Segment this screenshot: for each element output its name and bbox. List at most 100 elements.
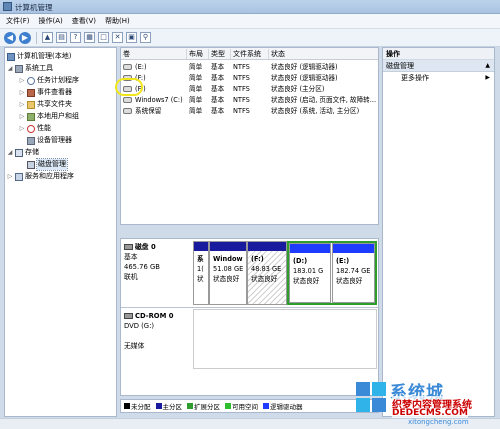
volume-icon <box>123 64 132 70</box>
services-icon <box>15 172 23 181</box>
back-arrow-icon[interactable]: ◀ <box>4 31 16 44</box>
column-header-filesystem[interactable]: 文件系统 <box>231 49 269 59</box>
partition-system-reserved[interactable]: 系 1(状 <box>193 241 209 305</box>
help-icon[interactable]: ? <box>70 32 81 43</box>
primary-partition-bar <box>194 242 208 251</box>
more-actions-item[interactable]: 更多操作 ▶ <box>383 72 494 84</box>
up-folder-icon[interactable]: ▲ <box>42 32 53 43</box>
logical-drive-bar <box>333 244 374 253</box>
tree-item-event-viewer[interactable]: ▷ 事件查看器 <box>19 87 72 98</box>
watermark-en: DEDECMS.COM <box>392 408 468 418</box>
volume-list-header: 卷 布局 类型 文件系统 状态 <box>121 48 378 60</box>
menu-bar: 文件(F) 操作(A) 查看(V) 帮助(H) <box>0 14 500 29</box>
table-row[interactable]: Windows7 (C:) 简单 基本 NTFS 状态良好 (启动, 页面文件,… <box>121 95 378 106</box>
save-disk-icon[interactable]: ▣ <box>126 32 137 43</box>
collapse-caret-icon[interactable]: ▲ <box>485 60 490 72</box>
cdrom0-media-area[interactable] <box>193 309 377 369</box>
column-header-status[interactable]: 状态 <box>269 49 378 59</box>
expand-triangle-icon[interactable]: ▷ <box>19 111 25 122</box>
toolbar: ◀ ▶ ▲ ▤ ? ▦ □ ✕ ▣ ⚲ <box>0 29 500 47</box>
menu-action[interactable]: 操作(A) <box>39 16 63 26</box>
column-header-type[interactable]: 类型 <box>209 49 231 59</box>
table-row[interactable]: (F:) 简单 基本 NTFS 状态良好 (主分区) <box>121 84 378 95</box>
disk0-name: 磁盘 0 <box>135 243 156 251</box>
collapse-triangle-icon[interactable]: ◢ <box>7 63 13 74</box>
menu-file[interactable]: 文件(F) <box>6 16 30 26</box>
submenu-arrow-icon: ▶ <box>485 74 490 81</box>
collapse-triangle-icon[interactable]: ◢ <box>7 147 13 158</box>
hard-disk-icon <box>124 244 133 250</box>
menu-view[interactable]: 查看(V) <box>72 16 96 26</box>
column-header-volume[interactable]: 卷 <box>121 49 187 59</box>
legend-item-free: 可用空间 <box>225 401 258 411</box>
expand-triangle-icon[interactable]: ▷ <box>7 171 13 182</box>
table-row[interactable]: (F:) 简单 基本 NTFS 状态良好 (逻辑驱动器) <box>121 73 378 84</box>
partition-windows[interactable]: Window 51.08 GE 状态良好 <box>209 241 247 305</box>
cdrom0-type: DVD (G:) <box>124 322 155 330</box>
storage-icon <box>15 148 23 157</box>
volume-icon <box>123 108 132 114</box>
tree-item-disk-management[interactable]: 磁盘管理 <box>27 158 68 171</box>
primary-partition-bar <box>248 242 286 251</box>
legend-item-extended: 扩展分区 <box>187 401 220 411</box>
properties-icon[interactable]: ▦ <box>84 32 95 43</box>
tree-item-services[interactable]: ▷ 服务和应用程序 <box>7 171 74 182</box>
search-icon[interactable]: ⚲ <box>140 32 151 43</box>
performance-icon <box>27 124 35 133</box>
cdrom0-info[interactable]: CD-ROM 0 DVD (G:) 无媒体 <box>124 311 191 351</box>
disk0-status: 联机 <box>124 273 138 281</box>
expand-triangle-icon[interactable]: ▷ <box>19 87 25 98</box>
tree-item-local-users[interactable]: ▷ 本地用户和组 <box>19 111 79 122</box>
delete-icon[interactable]: ✕ <box>112 32 123 43</box>
users-icon <box>27 112 35 121</box>
expand-triangle-icon[interactable]: ▷ <box>19 123 25 134</box>
brand-logo-icon <box>356 382 386 412</box>
disk-icon <box>27 160 35 169</box>
computer-icon <box>7 52 15 61</box>
console-tree: 计算机管理(本地) ◢ 系统工具 ▷ 任务计划程序 ▷ 事件查看器 ▷ 共享文件… <box>4 47 117 417</box>
disk0-info[interactable]: 磁盘 0 基本 465.76 GB 联机 <box>124 242 191 282</box>
tools-icon <box>15 64 23 73</box>
disk-separator <box>121 307 378 308</box>
disk0-type: 基本 <box>124 253 138 261</box>
disk0-size: 465.76 GB <box>124 263 160 271</box>
event-log-icon <box>27 88 35 97</box>
computer-management-icon <box>3 2 12 11</box>
tree-item-shared-folders[interactable]: ▷ 共享文件夹 <box>19 99 72 110</box>
clock-icon <box>27 76 35 85</box>
volume-icon <box>123 97 132 103</box>
tree-item-root[interactable]: 计算机管理(本地) <box>7 51 71 62</box>
tree-item-system-tools[interactable]: ◢ 系统工具 <box>7 63 53 74</box>
menu-help[interactable]: 帮助(H) <box>105 16 130 26</box>
tree-item-task-scheduler[interactable]: ▷ 任务计划程序 <box>19 75 79 86</box>
logical-drive-bar <box>290 244 330 253</box>
highlight-circle <box>115 78 143 96</box>
partition-e[interactable]: (E:) 182.74 GE 状态良好 <box>332 243 375 303</box>
disk-map: 磁盘 0 基本 465.76 GB 联机 系 1(状 Window 51.08 GE… <box>120 238 379 396</box>
partition-f[interactable]: (F:) 48.83 GE 状态良好 <box>247 241 287 305</box>
toolbar-separator <box>36 31 37 44</box>
legend: 未分配 主分区 扩展分区 可用空间 逻辑驱动器 <box>120 399 379 413</box>
watermark-url: xitongcheng.com <box>408 418 469 426</box>
expand-triangle-icon[interactable]: ▷ <box>19 75 25 86</box>
disk0-partitions: 系 1(状 Window 51.08 GE 状态良好 (F:) 48.83 GE 状态良好… <box>193 241 377 305</box>
new-page-icon[interactable]: □ <box>98 32 109 43</box>
title-bar: 计算机管理 <box>0 0 500 14</box>
actions-header: 操作 <box>383 48 494 60</box>
cdrom0-status: 无媒体 <box>124 342 145 350</box>
tree-item-performance[interactable]: ▷ 性能 <box>19 123 51 134</box>
actions-pane: 操作 磁盘管理 ▲ 更多操作 ▶ <box>382 47 495 417</box>
expand-triangle-icon[interactable]: ▷ <box>19 99 25 110</box>
primary-partition-bar <box>210 242 246 251</box>
console-tree-icon[interactable]: ▤ <box>56 32 67 43</box>
table-row[interactable]: (E:) 简单 基本 NTFS 状态良好 (逻辑驱动器) <box>121 62 378 73</box>
tree-item-device-manager[interactable]: 设备管理器 <box>27 135 72 146</box>
table-row[interactable]: 系统保留 简单 基本 NTFS 状态良好 (系统, 活动, 主分区) <box>121 106 378 117</box>
partition-d[interactable]: (D:) 183.01 G 状态良好 <box>289 243 331 303</box>
legend-item-logical: 逻辑驱动器 <box>263 401 303 411</box>
column-header-layout[interactable]: 布局 <box>187 49 209 59</box>
forward-arrow-icon[interactable]: ▶ <box>19 31 31 44</box>
actions-section-disk-management[interactable]: 磁盘管理 ▲ <box>383 60 494 72</box>
cdrom0-name: CD-ROM 0 <box>135 312 174 320</box>
tree-item-storage[interactable]: ◢ 存储 <box>7 147 39 158</box>
